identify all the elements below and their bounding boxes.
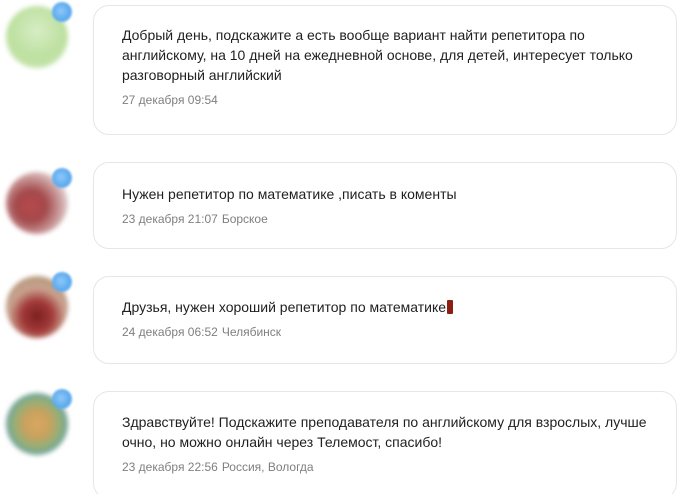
verified-badge-icon	[52, 389, 72, 409]
post-card[interactable]: Друзья, нужен хороший репетитор по матем…	[93, 276, 677, 364]
post-date: 23 декабря 22:56	[122, 460, 218, 474]
post-text-content: Друзья, нужен хороший репетитор по матем…	[122, 299, 447, 315]
post-location: Россия, Вологда	[221, 460, 314, 474]
post-text: Нужен репетитор по математике ,писать в …	[122, 186, 457, 202]
post-meta: 24 декабря 06:52 Челябинск	[122, 324, 650, 340]
avatar[interactable]	[6, 389, 72, 455]
post-date: 23 декабря 21:07	[122, 212, 218, 226]
post-location: Борское	[221, 212, 268, 226]
post-text: Здравствуйте! Подскажите преподавателя п…	[122, 414, 647, 450]
verified-badge-icon	[52, 168, 72, 188]
post-feed: Добрый день, подскажите а есть вообще ва…	[0, 0, 685, 494]
avatar[interactable]	[6, 168, 72, 234]
verified-badge-icon	[52, 272, 72, 292]
avatar[interactable]	[6, 272, 72, 338]
post-date: 27 декабря 09:54	[122, 93, 218, 107]
post-text: Друзья, нужен хороший репетитор по матем…	[122, 297, 650, 317]
avatar[interactable]	[6, 2, 72, 68]
post-text: Добрый день, подскажите а есть вообще ва…	[122, 27, 633, 83]
post-location: Челябинск	[221, 325, 282, 339]
post-card[interactable]: Здравствуйте! Подскажите преподавателя п…	[93, 391, 677, 494]
post-date: 24 декабря 06:52	[122, 325, 218, 339]
post-meta: 23 декабря 21:07 Борское	[122, 211, 650, 227]
post-meta: 27 декабря 09:54	[122, 92, 650, 108]
verified-badge-icon	[52, 2, 72, 22]
post-card[interactable]: Добрый день, подскажите а есть вообще ва…	[93, 5, 677, 135]
post-card[interactable]: Нужен репетитор по математике ,писать в …	[93, 162, 677, 249]
post-meta: 23 декабря 22:56 Россия, Вологда	[122, 459, 650, 475]
double-exclamation-icon	[447, 300, 454, 314]
